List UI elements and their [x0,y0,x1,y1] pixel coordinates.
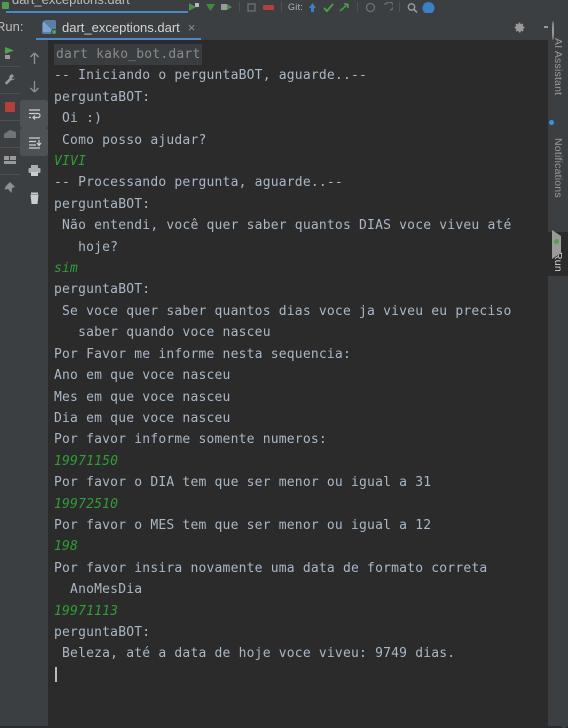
stop-icon[interactable] [0,94,20,120]
editor-tab-strip: dart_exceptions.dart Git: [0,0,568,14]
debug-icon[interactable] [188,1,201,13]
run-actions-gutter [0,40,20,726]
scroll-to-end-icon[interactable] [20,128,48,156]
account-avatar[interactable] [422,1,435,13]
console-line-list: dart kako_bot.dart -- Iniciando o pergunt… [54,44,540,686]
console-output-line: Ano em que voce nasceu [54,368,231,384]
commit-icon[interactable] [322,1,335,13]
console-line [54,665,540,686]
history-icon[interactable] [364,1,377,13]
console-output-line: Por favor informe somente numeros: [54,432,327,448]
console-output-line: perguntaBOT: [54,196,151,212]
run-tab-title: dart_exceptions.dart [62,19,180,35]
run-play-icon [551,230,565,259]
layout-icon[interactable] [0,148,20,174]
print-icon[interactable] [20,156,48,184]
run-toolbar-group: Git: [188,0,435,14]
dart-file-modified-dot [2,2,9,9]
run-tab-dart-exceptions[interactable]: dart_exceptions.dart × [36,14,201,40]
console-output-line: Beleza, até a data de hoje voce viveu: 9… [54,646,456,662]
git-label: Git: [288,2,304,12]
rerun-icon[interactable] [0,40,20,66]
stripe-item-ai-assistant[interactable]: AI Assistant [548,18,568,99]
profile-icon[interactable] [220,1,233,13]
update-project-icon[interactable] [306,1,319,13]
console-user-input-line: 19971113 [54,603,119,619]
run-panel-label: Run: [0,19,24,34]
console-actions-gutter [20,40,48,726]
console-output-line: Por favor o DIA tem que ser menor ou igu… [54,475,432,491]
right-tool-window-stripe: AI Assistant Notifications Run [548,14,568,726]
console-output-line: Se voce quer saber quantos dias voce ja … [54,303,512,319]
console-user-input-line: 198 [54,539,79,555]
scroll-up-icon[interactable] [20,44,48,72]
pin-icon[interactable] [0,175,20,201]
scroll-down-icon[interactable] [20,72,48,100]
notifications-bell-icon [552,122,565,135]
run-console-output[interactable]: dart kako_bot.dart -- Iniciando o pergunt… [48,40,540,726]
console-user-input-line: 19971150 [54,453,119,469]
console-caret [55,666,57,682]
soft-wrap-icon[interactable] [20,100,48,128]
toolbar-separator [357,2,359,12]
console-output-line: perguntaBOT: [54,624,151,640]
console-output-line: Como posso ajudar? [54,132,207,148]
close-icon[interactable]: × [186,21,196,34]
search-everywhere-icon[interactable] [406,1,419,13]
gear-icon[interactable] [513,21,526,34]
console-output-line: -- Processando pergunta, aguarde..-- [54,175,343,191]
console-output-line: AnoMesDia [54,582,143,598]
editor-tab-dart-exceptions[interactable]: dart_exceptions.dart [12,0,130,7]
console-output-line: Mes em que voce nasceu [54,389,231,405]
run-tool-window-header: Run: dart_exceptions.dart × [0,14,568,40]
toolbar-separator [281,2,282,12]
toolbar-separator [239,2,240,12]
console-user-input-line: 19972510 [54,496,119,512]
console-user-input-line: sim [54,261,79,277]
wrench-settings-icon[interactable] [0,67,20,93]
clear-all-icon[interactable] [20,184,48,212]
step-over-icon[interactable] [246,1,259,13]
console-output-line: Por Favor me informe nesta sequencia: [54,346,351,362]
console-output-line: perguntaBOT: [54,89,151,105]
console-output-line: Oi :) [54,111,103,127]
console-command-line: dart kako_bot.dart [54,44,203,66]
dart-file-icon [42,20,57,35]
rollback-icon[interactable] [380,1,394,13]
console-output-line: Por favor insira novamente uma data de f… [54,560,488,576]
stripe-item-run[interactable]: Run [548,230,568,276]
stripe-label-notifications: Notifications [552,138,564,198]
editor-tab-underline [6,11,188,13]
camera-dump-icon[interactable] [0,121,20,147]
stripe-item-notifications[interactable]: Notifications [548,118,568,202]
console-output-line: Dia em que voce nasceu [54,410,231,426]
console-user-input-line: VIVI [54,154,87,170]
coverage-icon[interactable] [204,1,217,13]
stop-icon[interactable] [262,1,275,13]
push-icon[interactable] [338,1,351,13]
console-line: dart kako_bot.dart [54,44,540,66]
console-output-line: -- Iniciando o perguntaBOT, aguarde..-- [54,68,368,84]
stripe-label-ai-assistant: AI Assistant [552,38,564,96]
toolbar-separator [399,2,401,12]
console-output-line: perguntaBOT: [54,282,151,298]
console-output-line: saber quando voce nasceu [54,325,271,341]
console-output-line: Por favor o MES tem que ser menor ou igu… [54,517,432,533]
console-output-line: Não entendi, você quer saber quantos DIA… [54,218,512,234]
ai-assistant-icon [551,21,565,40]
console-output-line: hoje? [54,239,119,255]
